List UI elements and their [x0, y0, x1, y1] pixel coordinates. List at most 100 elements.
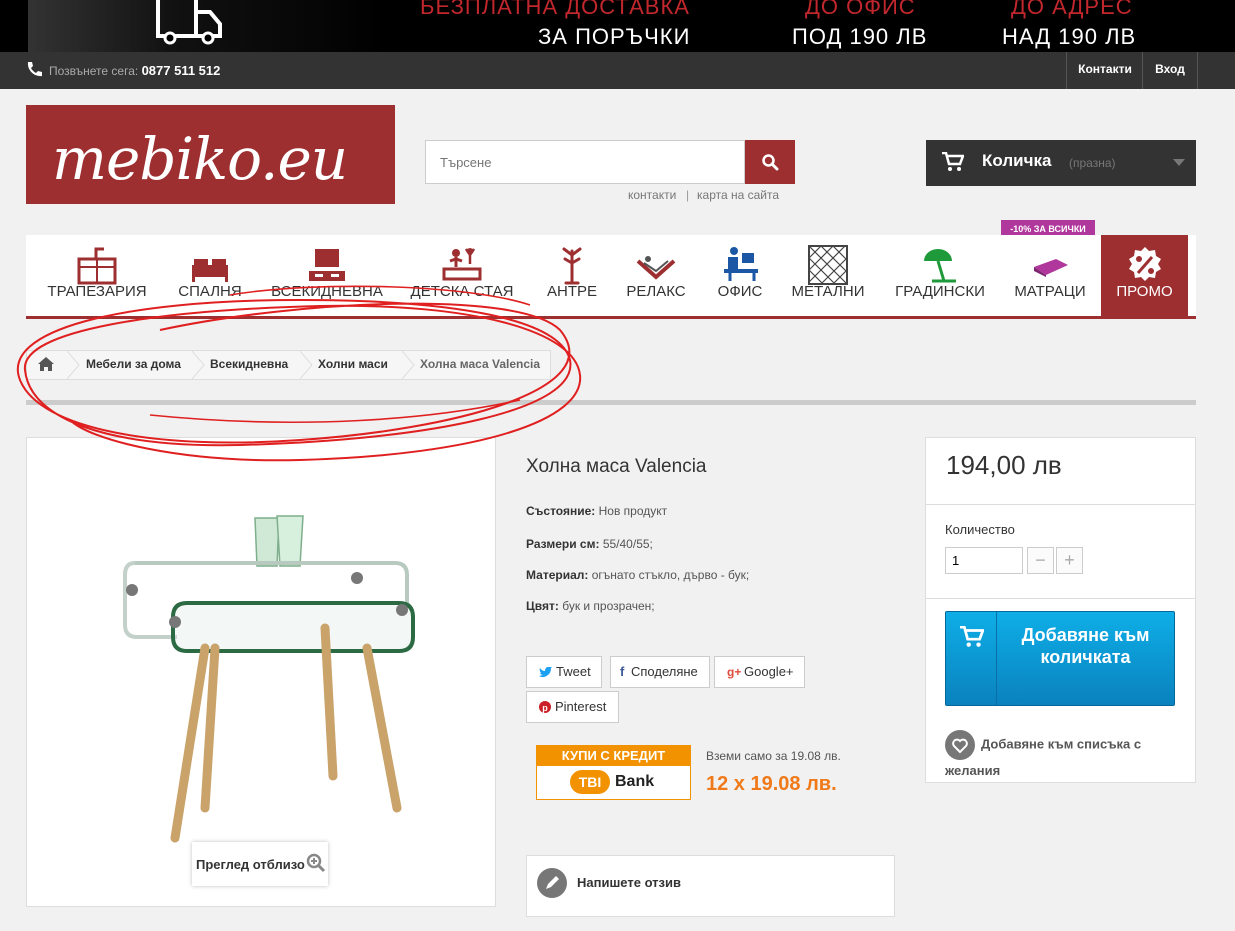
menu-label: МЕТАЛНИ	[791, 283, 865, 300]
search-icon	[762, 154, 779, 171]
promo-to-office: ДО ОФИС	[805, 0, 916, 19]
menu-item-living-room[interactable]: ВСЕКИДНЕВНА	[262, 235, 392, 316]
contacts-sublink[interactable]: контакти	[628, 188, 676, 202]
tbi-credit-banner[interactable]: КУПИ С КРЕДИТ TBI Bank	[536, 745, 691, 800]
pinterest-button[interactable]: p Pinterest	[526, 691, 619, 723]
cart-icon	[942, 152, 964, 171]
call-text: Позвънете сега: 0877 511 512	[49, 63, 220, 78]
menu-item-kids-room[interactable]: ДЕТСКА СТАЯ	[406, 235, 518, 316]
attr-label: Цвят:	[526, 599, 559, 613]
quantity-decrease-button[interactable]: −	[1027, 547, 1054, 574]
tbi-bank-name: Bank	[615, 773, 655, 790]
share-label: Споделяне	[631, 664, 698, 679]
home-icon[interactable]	[38, 357, 54, 371]
menu-label: ПРОМО	[1116, 283, 1173, 300]
phone-number[interactable]: 0877 511 512	[142, 63, 221, 78]
top-nav-bar: Позвънете сега: 0877 511 512 Контакти Вх…	[0, 52, 1235, 89]
login-link[interactable]: Вход	[1142, 52, 1198, 89]
google-plus-icon: g+	[727, 665, 742, 679]
sitemap-link[interactable]: карта на сайта	[697, 188, 779, 202]
google-plus-button[interactable]: g+ Google+	[714, 656, 805, 688]
attr-value: бук и прозрачен;	[562, 599, 655, 613]
main-menu: ТРАПЕЗАРИЯ СПАЛНЯ ВСЕКИДНЕВНА ДЕТСКА СТА…	[26, 235, 1196, 319]
office-desk-icon	[724, 247, 758, 281]
write-review-box[interactable]: Напишете отзив	[526, 855, 895, 917]
breadcrumb-separator	[67, 351, 80, 379]
coat-rack-icon	[562, 247, 582, 285]
cart-button[interactable]: Количка (празна)	[926, 140, 1196, 186]
credit-installment: 12 x 19.08 лв.	[706, 773, 837, 795]
pinterest-icon: p	[539, 701, 551, 713]
contacts-link[interactable]: Контакти	[1066, 52, 1143, 89]
menu-label: ГРАДИНСКИ	[895, 283, 985, 300]
sublink-divider: |	[686, 188, 690, 202]
tweet-label: Tweet	[556, 664, 591, 679]
zoom-in-icon	[306, 853, 326, 873]
facebook-share-button[interactable]: f Споделяне	[610, 656, 710, 688]
menu-item-bedroom[interactable]: СПАЛНЯ	[164, 235, 256, 316]
add-to-cart-label: Добавяне към количката	[1021, 625, 1150, 667]
call-label: Позвънете сега:	[49, 64, 139, 78]
attr-label: Състояние:	[526, 504, 596, 518]
search-button[interactable]	[745, 140, 795, 184]
add-to-wishlist-link[interactable]: Добавяне към списъка с желания	[945, 730, 1185, 781]
breadcrumb-item[interactable]: Всекидневна	[210, 351, 288, 379]
menu-item-relax[interactable]: РЕЛАКС	[618, 235, 694, 316]
menu-label: АНТРЕ	[546, 283, 597, 300]
quantity-increase-button[interactable]: +	[1056, 547, 1083, 574]
metal-grid-icon	[808, 245, 848, 285]
menu-label: ТРАПЕЗАРИЯ	[47, 283, 147, 300]
attr-condition: Състояние: Нов продукт	[526, 504, 667, 518]
logo-text: mebiko.eu	[52, 125, 348, 193]
buy-box-divider	[926, 504, 1195, 505]
percent-badge-icon	[1128, 247, 1161, 281]
button-divider	[996, 612, 997, 705]
menu-item-office[interactable]: ОФИС	[710, 235, 770, 316]
menu-item-dining[interactable]: ТРАПЕЗАРИЯ	[36, 235, 158, 316]
zoom-button[interactable]: Преглед отблизо	[192, 842, 328, 886]
menu-item-hallway[interactable]: АНТРЕ	[532, 235, 612, 316]
attr-label: Материал:	[526, 568, 589, 582]
product-title: Холна маса Valencia	[526, 456, 707, 477]
heart-icon	[945, 730, 975, 760]
breadcrumb-separator	[192, 351, 205, 379]
breadcrumb-item[interactable]: Мебели за дома	[86, 351, 181, 379]
tweet-button[interactable]: Tweet	[526, 656, 602, 688]
promo-banner[interactable]: БЕЗПЛАТНА ДОСТАВКА ЗА ПОРЪЧКИ ДО ОФИС ПО…	[0, 0, 1235, 52]
menu-item-garden[interactable]: ГРАДИНСКИ	[888, 235, 992, 316]
add-to-cart-button[interactable]: Добавяне към количката	[945, 611, 1175, 706]
breadcrumb-separator	[300, 351, 313, 379]
menu-item-promo[interactable]: ПРОМО	[1101, 235, 1188, 316]
buy-box-divider	[926, 598, 1195, 599]
product-price: 194,00 лв	[946, 450, 1062, 480]
chevron-down-icon	[1173, 159, 1185, 166]
quantity-label: Количество	[945, 522, 1015, 537]
credit-note: Вземи само за 19.08 лв.	[706, 749, 841, 763]
promo-for-orders: ЗА ПОРЪЧКИ	[538, 24, 691, 49]
svg-text:p: p	[542, 703, 548, 713]
product-image	[123, 515, 415, 843]
quantity-input[interactable]	[945, 547, 1023, 574]
promo-under-190: ПОД 190 ЛВ	[792, 24, 928, 49]
section-divider	[26, 400, 1196, 405]
kids-room-icon	[442, 248, 482, 281]
attr-value: Нов продукт	[598, 504, 668, 518]
tbi-logo: TBI	[570, 770, 610, 794]
cart-icon	[960, 626, 984, 647]
pencil-icon	[537, 868, 567, 898]
attr-material: Материал: огънато стъкло, дърво - бук;	[526, 568, 749, 582]
menu-item-mattresses[interactable]: МАТРАЦИ	[1008, 235, 1092, 316]
attr-dimensions: Размери см: 55/40/55;	[526, 537, 653, 551]
breadcrumb-item[interactable]: Холни маси	[318, 351, 388, 379]
search-input[interactable]	[425, 140, 745, 184]
site-logo[interactable]: mebiko.eu	[26, 105, 395, 204]
cart-status: (празна)	[1069, 156, 1116, 170]
product-image-frame[interactable]	[26, 437, 496, 907]
twitter-icon	[539, 667, 552, 678]
mattress-icon	[1034, 259, 1068, 277]
garden-umbrella-icon	[924, 249, 956, 283]
menu-item-metal[interactable]: МЕТАЛНИ	[786, 235, 870, 316]
phone-icon	[27, 62, 42, 77]
menu-label: СПАЛНЯ	[178, 283, 242, 300]
breadcrumb: Мебели за дома Всекидневна Холни маси Хо…	[26, 350, 551, 380]
